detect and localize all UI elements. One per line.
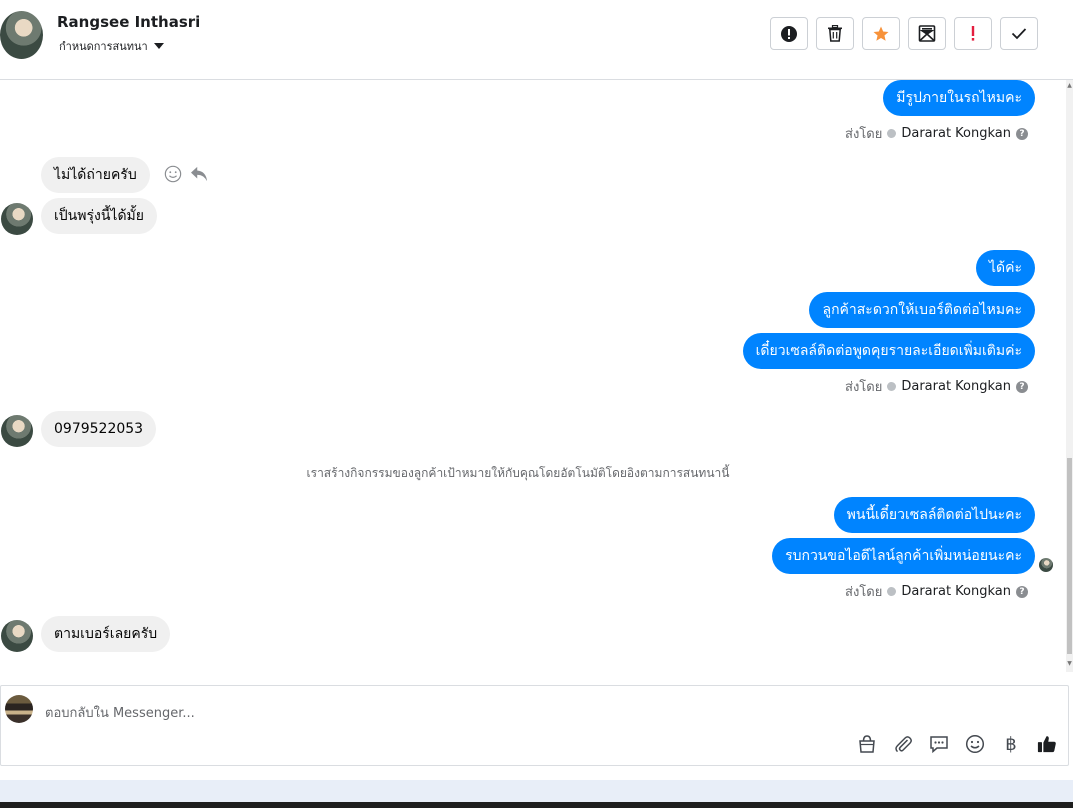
scroll-up-arrow-icon[interactable]: ▲ <box>1066 82 1073 89</box>
follow-up-button[interactable] <box>862 17 900 50</box>
react-emoji-icon[interactable] <box>164 165 182 183</box>
sent-check-icon <box>887 382 897 391</box>
agent-name[interactable]: Dararat Kongkan <box>901 126 1011 141</box>
message-outgoing[interactable]: ได้ค่ะ <box>975 250 1035 286</box>
message-outgoing[interactable]: รบกวนขอไอดีไลน์ลูกค้าเพิ่มหน่อยนะคะ <box>772 538 1035 574</box>
page-avatar <box>5 695 33 723</box>
message-outgoing[interactable]: มีรูปภายในรถไหมคะ <box>883 80 1035 116</box>
message-outgoing[interactable]: พนนี้เดี๋ยวเซลล์ติดต่อไปนะคะ <box>833 497 1035 533</box>
conversation-label-dropdown[interactable]: กำหนดการสนทนา <box>59 37 164 55</box>
reply-icon[interactable] <box>190 166 208 182</box>
scroll-down-arrow-icon[interactable]: ▼ <box>1066 660 1073 667</box>
sent-by-label: ส่งโดย <box>845 127 883 142</box>
message-incoming[interactable]: ไม่ได้ถ่ายครับ <box>41 157 150 193</box>
reply-composer: ตอบกลับใน Messenger... ฿ <box>0 685 1069 766</box>
alert-circle-icon <box>781 25 797 42</box>
help-icon[interactable]: ? <box>1016 127 1028 140</box>
help-icon[interactable]: ? <box>1016 585 1028 598</box>
conversation-label-text: กำหนดการสนทนา <box>59 40 148 53</box>
mark-important-button[interactable] <box>954 17 992 50</box>
sent-by-info: ส่งโดย Dararat Kongkan ? <box>845 376 1028 397</box>
message-actions <box>164 165 208 183</box>
emoji-icon[interactable] <box>965 734 985 754</box>
sent-check-icon <box>887 587 897 596</box>
contact-avatar[interactable] <box>0 11 43 59</box>
sent-by-info: ส่งโดย Dararat Kongkan ? <box>845 123 1028 144</box>
taskbar-edge <box>0 802 1073 808</box>
contact-avatar-small[interactable] <box>1 415 33 447</box>
shopping-bag-icon[interactable] <box>857 734 877 754</box>
sent-by-label: ส่งโดย <box>845 380 883 395</box>
scroll-thumb[interactable] <box>1067 458 1072 654</box>
composer-toolbar: ฿ <box>857 733 1057 755</box>
exclamation-icon <box>971 26 975 41</box>
reply-input[interactable]: ตอบกลับใน Messenger... <box>45 702 195 723</box>
star-icon <box>873 26 889 41</box>
message-incoming[interactable]: ตามเบอร์เลยครับ <box>41 616 171 652</box>
message-outgoing[interactable]: เดี๋ยวเซลล์ติดต่อพูดคุยรายละเอียดเพิ่มเต… <box>742 333 1035 369</box>
mark-unread-icon <box>918 25 936 42</box>
thread-scrollbar[interactable]: ▲ ▼ <box>1066 80 1073 672</box>
baht-icon[interactable]: ฿ <box>1001 733 1021 755</box>
agent-name[interactable]: Dararat Kongkan <box>901 379 1011 394</box>
sent-check-icon <box>887 129 897 138</box>
system-note: เราสร้างกิจกรรมของลูกค้าเป้าหมายให้กับคุ… <box>306 466 730 480</box>
contact-avatar-small[interactable] <box>1 203 33 235</box>
sent-by-info: ส่งโดย Dararat Kongkan ? <box>845 581 1028 602</box>
contact-avatar-small[interactable] <box>1 620 33 652</box>
conversation-header: Rangsee Inthasri กำหนดการสนทนา <box>0 0 1073 80</box>
paperclip-icon[interactable] <box>893 734 913 754</box>
help-icon[interactable]: ? <box>1016 380 1028 393</box>
caret-down-icon <box>153 43 164 49</box>
saved-replies-icon[interactable] <box>929 734 949 754</box>
thumbs-up-icon[interactable] <box>1037 734 1057 754</box>
delete-button[interactable] <box>816 17 854 50</box>
sent-by-label: ส่งโดย <box>845 585 883 600</box>
message-thread[interactable]: มีรูปภายในรถไหมคะ ส่งโดย Dararat Kongkan… <box>0 80 1066 672</box>
baht-symbol: ฿ <box>1005 733 1017 755</box>
check-icon <box>1011 28 1027 40</box>
spam-button[interactable] <box>770 17 808 50</box>
page-footer-strip <box>0 780 1073 802</box>
mark-unread-button[interactable] <box>908 17 946 50</box>
agent-name[interactable]: Dararat Kongkan <box>901 584 1011 599</box>
read-receipt-avatar <box>1039 558 1053 572</box>
contact-name[interactable]: Rangsee Inthasri <box>57 13 200 31</box>
message-incoming[interactable]: 0979522053 <box>41 411 157 447</box>
trash-icon <box>828 25 842 42</box>
mark-done-button[interactable] <box>1000 17 1038 50</box>
message-incoming[interactable]: เป็นพรุ่งนี้ได้มั้ย <box>41 198 157 234</box>
message-outgoing[interactable]: ลูกค้าสะดวกให้เบอร์ติดต่อไหมคะ <box>809 292 1035 328</box>
conversation-toolbar <box>770 17 1038 50</box>
